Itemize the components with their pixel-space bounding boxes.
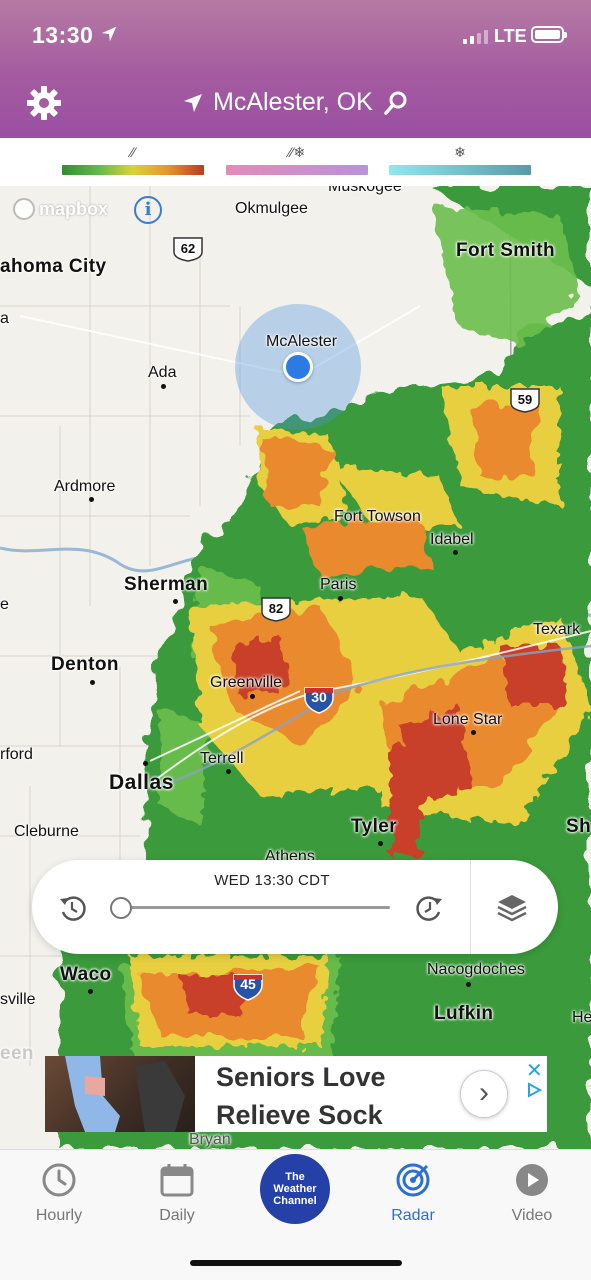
ad-close-icon[interactable]: ✕ (526, 1058, 543, 1083)
city-label: Tyler (351, 816, 398, 837)
rain-color-bar (62, 165, 204, 175)
city-dot (466, 982, 471, 987)
calendar-icon (160, 1164, 194, 1197)
precip-legend: ⁄⁄ ⁄⁄❄ ❄ (0, 138, 591, 186)
fast-forward-icon[interactable] (415, 893, 445, 923)
us-highway-shield: 82 (260, 596, 292, 622)
current-location-dot (283, 352, 313, 382)
mapbox-logo-icon (13, 198, 35, 220)
city-dot (173, 599, 178, 604)
city-label: Fort Towson (334, 508, 421, 525)
city-label: sville (0, 991, 36, 1008)
interstate-shield: 30 (303, 686, 335, 714)
app-header: 13:30 LTE McAlester, OK (0, 0, 591, 138)
ad-chevron-right-icon[interactable]: › (460, 1070, 508, 1118)
location-selector[interactable]: McAlester, OK (183, 88, 409, 117)
weather-channel-logo[interactable]: The Weather Channel (260, 1154, 330, 1224)
location-arrow-icon (184, 93, 202, 112)
signal-icon (463, 28, 488, 44)
timeline-thumb[interactable] (110, 897, 132, 919)
rain-icon: ⁄⁄ (130, 144, 136, 160)
city-dot (90, 680, 95, 685)
mix-color-bar (226, 165, 368, 175)
timeline-track[interactable] (120, 906, 390, 909)
city-label: rford (0, 746, 33, 763)
timeline-divider (470, 860, 471, 954)
current-location-label: McAlester (266, 333, 338, 350)
info-icon[interactable]: i (134, 196, 162, 224)
location-arrow-icon (101, 26, 117, 42)
tab-radar[interactable]: Radar (354, 1150, 472, 1240)
city-label: Lufkin (434, 1003, 494, 1024)
battery-icon (531, 26, 567, 43)
city-label: Greenville (210, 674, 283, 691)
city-label: Paris (320, 576, 357, 593)
city-label: He (572, 1009, 591, 1026)
tab-video[interactable]: Video (473, 1150, 591, 1240)
interstate-shield: 45 (232, 973, 264, 1001)
network-label: LTE (494, 26, 527, 46)
city-label: Sherman (124, 574, 209, 595)
clock-icon (42, 1163, 76, 1197)
mix-icon: ⁄⁄❄ (288, 144, 306, 160)
settings-gear-icon[interactable] (27, 86, 61, 120)
city-dot (143, 761, 148, 766)
radar-map[interactable]: mapbox i Muskogee Okmulgee ahoma City Fo… (0, 186, 591, 1149)
city-dot (250, 694, 255, 699)
rewind-icon[interactable] (57, 893, 87, 923)
city-label: Cleburne (14, 823, 79, 840)
location-name: McAlester, OK (213, 88, 373, 116)
city-dot (378, 841, 383, 846)
city-label: Ardmore (54, 478, 116, 495)
ad-image[interactable] (45, 1056, 195, 1132)
ad-banner[interactable]: Seniors Love Relieve Sock › ✕ (45, 1056, 547, 1132)
city-label: e (0, 596, 9, 613)
snow-color-bar (389, 165, 531, 175)
city-label: Denton (51, 654, 119, 675)
search-icon[interactable] (383, 90, 409, 116)
city-label: Ada (148, 364, 177, 381)
city-label: Fort Smith (456, 240, 555, 261)
city-label: Texark (533, 621, 581, 638)
status-time: 13:30 (32, 22, 94, 48)
radar-timeline: WED 13:30 CDT (32, 860, 558, 954)
city-dot (88, 989, 93, 994)
city-label: Nacogdoches (427, 961, 525, 978)
city-label: Terrell (200, 750, 244, 767)
city-dot (471, 730, 476, 735)
radar-icon (396, 1163, 430, 1197)
timeline-timestamp: WED 13:30 CDT (214, 872, 330, 889)
city-label: Dallas (109, 771, 174, 794)
city-label: Sh (566, 816, 591, 837)
city-dot (453, 550, 458, 555)
us-highway-shield: 59 (509, 387, 541, 413)
layers-icon[interactable] (495, 892, 529, 924)
ad-title[interactable]: Seniors Love Relieve Sock (216, 1058, 466, 1134)
ad-choices-icon[interactable] (526, 1082, 542, 1098)
tab-daily[interactable]: Daily (118, 1150, 236, 1240)
legend-rain: ⁄⁄ (62, 142, 204, 175)
legend-mix: ⁄⁄❄ (226, 142, 368, 175)
us-highway-shield: 62 (172, 236, 204, 262)
city-dot (89, 497, 94, 502)
city-label: Lone Star (433, 711, 503, 728)
snow-icon: ❄ (454, 144, 466, 160)
city-label: Okmulgee (235, 200, 308, 217)
city-dot (226, 769, 231, 774)
city-label: Waco (60, 964, 112, 985)
city-label: Muskogee (328, 186, 402, 195)
city-label: Idabel (430, 531, 474, 548)
city-label: een (0, 1043, 34, 1064)
tab-hourly[interactable]: Hourly (0, 1150, 118, 1240)
city-label: a (0, 310, 9, 327)
city-dot (161, 384, 166, 389)
play-icon (516, 1164, 548, 1196)
city-label: ahoma City (0, 256, 107, 277)
home-indicator (190, 1260, 402, 1266)
legend-snow: ❄ (389, 142, 531, 175)
city-dot (338, 596, 343, 601)
mapbox-attribution[interactable]: mapbox (13, 198, 108, 220)
tab-bar: Hourly Daily The Weather Channel Radar Vid… (0, 1149, 591, 1280)
